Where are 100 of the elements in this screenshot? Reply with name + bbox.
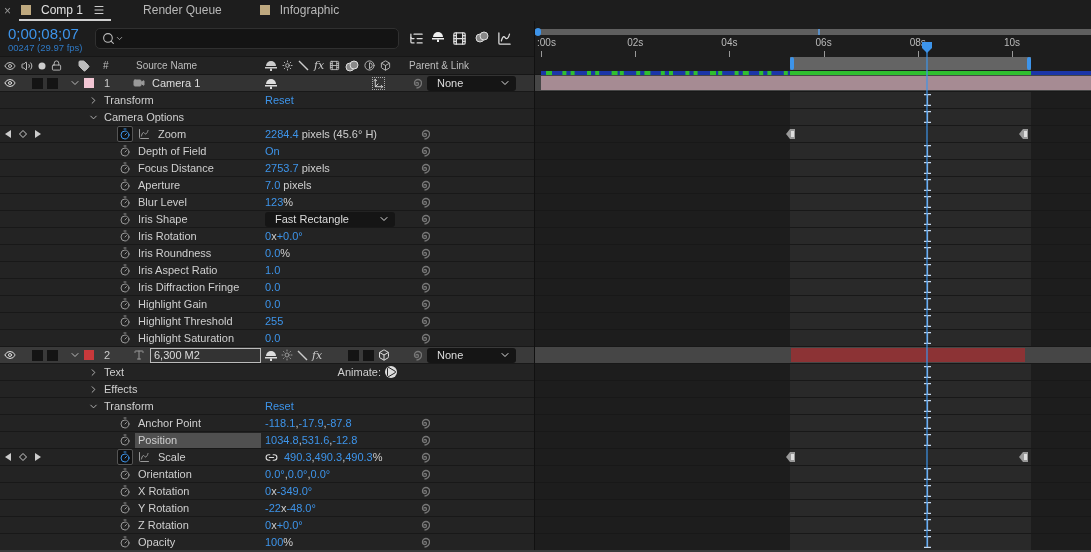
- parent-dropdown[interactable]: None: [427, 347, 516, 363]
- stopwatch-icon[interactable]: [117, 245, 133, 261]
- property-value[interactable]: 490.3,490.3,490.3%: [284, 451, 383, 463]
- timecode[interactable]: 0;00;08;07: [8, 24, 95, 42]
- group-name[interactable]: Transform: [104, 94, 154, 106]
- label-swatch[interactable]: [84, 350, 94, 360]
- diamond-icon[interactable]: [19, 453, 27, 461]
- property-name[interactable]: Zoom: [158, 126, 187, 142]
- stopwatch-icon[interactable]: [117, 483, 133, 499]
- property-value[interactable]: 100%: [265, 536, 294, 548]
- property-name[interactable]: Depth of Field: [138, 143, 207, 159]
- lock-toggle[interactable]: [47, 349, 58, 361]
- property-value[interactable]: 123%: [265, 196, 294, 208]
- property-value[interactable]: 2284.4 pixels (45.6° H): [265, 128, 378, 140]
- stopwatch-icon[interactable]: [117, 517, 133, 533]
- stopwatch-icon[interactable]: [117, 534, 133, 550]
- dropdown[interactable]: Fast Rectangle: [265, 211, 395, 227]
- tab[interactable]: Infographic: [257, 0, 346, 21]
- stopwatch-icon[interactable]: [117, 500, 133, 516]
- property-name[interactable]: Focus Distance: [138, 160, 214, 176]
- right-triangle-icon[interactable]: [35, 453, 41, 461]
- reset-link[interactable]: Reset: [265, 400, 294, 412]
- group-name[interactable]: Camera Options: [104, 111, 185, 123]
- stopwatch-icon[interactable]: [117, 313, 133, 329]
- film-icon[interactable]: [452, 31, 467, 46]
- property-name[interactable]: Iris Aspect Ratio: [138, 262, 218, 278]
- circles-icon[interactable]: [475, 31, 489, 43]
- property-name[interactable]: Highlight Gain: [138, 296, 208, 312]
- property-value[interactable]: -118.1,-17.9,-87.8: [265, 417, 352, 429]
- property-value[interactable]: On: [265, 145, 280, 157]
- graph-icon[interactable]: [138, 451, 150, 463]
- property-value[interactable]: 0x+0.0°: [265, 519, 303, 531]
- group-name[interactable]: Transform: [104, 400, 154, 412]
- stopwatch-icon[interactable]: [117, 228, 133, 244]
- switch-box[interactable]: [363, 349, 375, 361]
- sun-icon[interactable]: [281, 349, 293, 361]
- label-swatch[interactable]: [84, 78, 94, 88]
- stopwatch-icon[interactable]: [117, 262, 133, 278]
- solo-toggle[interactable]: [32, 349, 43, 361]
- keyframe-icon[interactable]: [1019, 452, 1028, 462]
- stopwatch-icon[interactable]: [117, 279, 133, 295]
- property-name[interactable]: Blur Level: [138, 194, 187, 210]
- reset-link[interactable]: Reset: [265, 94, 294, 106]
- property-name[interactable]: Orientation: [138, 466, 192, 482]
- keyframe-icon[interactable]: [786, 129, 795, 139]
- visibility-icon[interactable]: [4, 349, 16, 361]
- property-value[interactable]: 2753.7 pixels: [265, 162, 330, 174]
- property-value[interactable]: 0.0°,0.0°,0.0°: [265, 468, 331, 480]
- group-name[interactable]: Text: [104, 366, 125, 378]
- diamond-icon[interactable]: [19, 130, 27, 138]
- right-triangle-icon[interactable]: [35, 130, 41, 138]
- circles-icon[interactable]: [345, 59, 360, 72]
- visibility-icon[interactable]: [4, 77, 16, 89]
- stopwatch-icon[interactable]: [117, 330, 133, 346]
- layer-name-field[interactable]: 6,300 M2: [150, 347, 261, 363]
- property-value[interactable]: 0x-349.0°: [265, 485, 313, 497]
- property-name[interactable]: Aperture: [138, 177, 181, 193]
- stopwatch-icon[interactable]: [117, 415, 133, 431]
- left-triangle-icon[interactable]: [5, 453, 11, 461]
- property-name[interactable]: Highlight Threshold: [138, 313, 233, 329]
- property-value[interactable]: 7.0 pixels: [265, 179, 312, 191]
- stopwatch-icon[interactable]: [117, 160, 133, 176]
- cube-icon[interactable]: [378, 349, 391, 361]
- property-name[interactable]: X Rotation: [138, 483, 190, 499]
- property-value[interactable]: 255: [265, 315, 284, 327]
- stopwatch-icon[interactable]: [117, 296, 133, 312]
- tab[interactable]: Render Queue: [141, 0, 228, 21]
- search-field[interactable]: [95, 28, 399, 49]
- stopwatch-icon[interactable]: [117, 432, 133, 448]
- property-name[interactable]: Z Rotation: [138, 517, 189, 533]
- property-value[interactable]: 0x+0.0°: [265, 230, 303, 242]
- property-value[interactable]: 0.0: [265, 281, 281, 293]
- property-name[interactable]: Scale: [158, 449, 186, 465]
- property-name[interactable]: Position: [135, 432, 261, 448]
- stopwatch-icon[interactable]: [117, 143, 133, 159]
- menu-icon[interactable]: [93, 3, 106, 16]
- property-value[interactable]: 0.0: [265, 332, 281, 344]
- graph-icon[interactable]: [138, 128, 150, 140]
- property-name[interactable]: Iris Rotation: [138, 228, 197, 244]
- property-value[interactable]: -22x-48.0°: [265, 502, 316, 514]
- property-name[interactable]: Opacity: [138, 534, 176, 550]
- property-value[interactable]: 1.0: [265, 264, 281, 276]
- tab[interactable]: Comp 1: [19, 0, 112, 21]
- stopwatch-icon[interactable]: [117, 466, 133, 482]
- property-name[interactable]: Anchor Point: [138, 415, 201, 431]
- axes-icon[interactable]: [372, 76, 385, 90]
- solo-toggle[interactable]: [32, 77, 43, 89]
- property-value[interactable]: 0.0: [265, 298, 281, 310]
- switch-box[interactable]: [348, 349, 360, 361]
- property-name[interactable]: Iris Diffraction Fringe: [138, 279, 240, 295]
- stopwatch-icon[interactable]: [117, 449, 133, 465]
- group-name[interactable]: Effects: [104, 383, 138, 395]
- property-name[interactable]: Iris Shape: [138, 211, 188, 227]
- parent-dropdown[interactable]: None: [427, 75, 516, 91]
- left-triangle-icon[interactable]: [5, 130, 11, 138]
- tree-icon[interactable]: [409, 31, 424, 46]
- play-icon[interactable]: [385, 366, 397, 378]
- property-value[interactable]: 0.0%: [265, 247, 291, 259]
- keyframe-icon[interactable]: [786, 452, 795, 462]
- stopwatch-icon[interactable]: [117, 211, 133, 227]
